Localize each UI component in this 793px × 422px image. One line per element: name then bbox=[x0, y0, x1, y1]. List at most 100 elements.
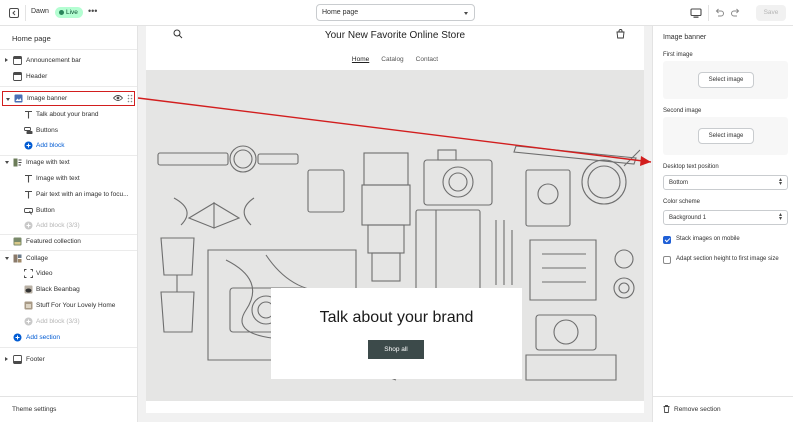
store-preview: Your New Favorite Online Store Home Cata… bbox=[146, 26, 644, 413]
chevron-down-icon[interactable] bbox=[6, 98, 10, 101]
block-item-buttons[interactable]: Buttons bbox=[0, 123, 137, 138]
sidebar-item-announcement-bar[interactable]: Announcement bar bbox=[0, 53, 137, 68]
section-settings-panel: Image banner First image Select image Se… bbox=[652, 26, 793, 422]
block-item-label: Stuff For Your Lovely Home bbox=[36, 301, 116, 309]
add-block-label: Add block (3/3) bbox=[36, 221, 80, 229]
select-first-image-button[interactable]: Select image bbox=[698, 72, 754, 88]
block-item-pair-text[interactable]: Pair text with an image to focu... bbox=[0, 187, 137, 202]
banner-text-box: Talk about your brand Shop all bbox=[271, 288, 522, 379]
nav-link-home[interactable]: Home bbox=[352, 56, 369, 63]
color-scheme-select[interactable]: Background 1 ▴ ▾ bbox=[663, 210, 788, 225]
trash-icon bbox=[663, 405, 670, 413]
live-dot-icon bbox=[59, 10, 64, 15]
sidebar-item-label: Collage bbox=[26, 254, 49, 262]
sidebar-item-label: Image banner bbox=[27, 94, 68, 102]
collection-icon bbox=[13, 237, 22, 246]
second-image-picker: Select image bbox=[663, 117, 788, 155]
adapt-height-label: Adapt section height to first image size bbox=[676, 256, 779, 262]
image-banner-preview[interactable]: Talk about your brand Shop all bbox=[146, 70, 644, 401]
remove-section-label: Remove section bbox=[674, 406, 721, 413]
exit-icon[interactable] bbox=[8, 7, 20, 19]
block-item-stuff-for-home[interactable]: Stuff For Your Lovely Home bbox=[0, 298, 137, 313]
theme-settings-button[interactable]: Theme settings bbox=[0, 396, 137, 422]
color-scheme-value: Background 1 bbox=[669, 214, 707, 221]
sidebar-item-label: Header bbox=[26, 72, 48, 80]
add-section-button[interactable]: Add section bbox=[0, 330, 137, 345]
text-position-label: Desktop text position bbox=[663, 164, 719, 170]
sidebar-item-footer[interactable]: Footer bbox=[0, 352, 137, 367]
block-item-talk-about-brand[interactable]: Talk about your brand bbox=[0, 107, 137, 122]
chevron-right-icon[interactable] bbox=[5, 357, 8, 361]
product-image-icon bbox=[24, 285, 33, 294]
section-layout-icon bbox=[13, 355, 22, 364]
color-scheme-label: Color scheme bbox=[663, 199, 701, 205]
text-icon bbox=[24, 110, 33, 119]
block-item-label: Black Beanbag bbox=[36, 285, 80, 293]
divider bbox=[0, 86, 137, 87]
divider bbox=[0, 49, 137, 50]
drag-handle-icon[interactable] bbox=[127, 94, 133, 103]
sidebar-title: Home page bbox=[12, 34, 51, 43]
theme-name: Dawn bbox=[31, 8, 49, 15]
text-position-value: Bottom bbox=[669, 179, 689, 186]
sidebar-item-collage[interactable]: Collage bbox=[0, 251, 137, 266]
sidebar-item-featured-collection[interactable]: Featured collection bbox=[0, 234, 137, 249]
eye-icon[interactable] bbox=[112, 94, 124, 102]
select-arrows-icon: ▴ ▾ bbox=[778, 177, 782, 187]
desktop-view-icon[interactable] bbox=[690, 7, 702, 19]
adapt-height-checkbox[interactable] bbox=[663, 256, 671, 264]
redo-icon[interactable] bbox=[730, 7, 741, 18]
add-block-button-disabled: Add block (3/3) bbox=[0, 314, 137, 329]
block-item-black-beanbag[interactable]: Black Beanbag bbox=[0, 282, 137, 297]
select-arrows-icon: ▴ ▾ bbox=[778, 212, 782, 222]
block-item-button[interactable]: Button bbox=[0, 203, 137, 218]
undo-icon[interactable] bbox=[714, 7, 725, 18]
block-item-video[interactable]: Video bbox=[0, 266, 137, 281]
banner-heading: Talk about your brand bbox=[319, 309, 474, 326]
section-layout-icon bbox=[13, 72, 22, 81]
block-item-label: Button bbox=[36, 206, 55, 214]
live-label: Live bbox=[66, 9, 78, 16]
sidebar-item-image-with-text[interactable]: Image with text bbox=[0, 155, 137, 170]
text-icon bbox=[24, 174, 33, 183]
section-layout-icon bbox=[13, 56, 22, 65]
text-position-select[interactable]: Bottom ▴ ▾ bbox=[663, 175, 788, 190]
sidebar-item-label: Footer bbox=[26, 355, 45, 363]
select-second-image-button[interactable]: Select image bbox=[698, 128, 754, 144]
add-block-label: Add block bbox=[36, 141, 65, 149]
text-icon bbox=[24, 190, 33, 199]
chevron-down-icon[interactable] bbox=[5, 161, 9, 164]
page-selector[interactable]: Home page bbox=[316, 4, 475, 21]
sidebar-item-header[interactable]: Header bbox=[0, 69, 137, 84]
nav-link-contact[interactable]: Contact bbox=[416, 56, 438, 63]
cart-icon[interactable] bbox=[616, 29, 625, 39]
live-badge: Live bbox=[55, 7, 83, 18]
second-image-label: Second image bbox=[663, 108, 702, 114]
add-block-button[interactable]: Add block bbox=[0, 138, 137, 153]
image-with-text-icon bbox=[13, 158, 22, 167]
nav-link-catalog[interactable]: Catalog bbox=[381, 56, 403, 63]
add-block-label: Add block (3/3) bbox=[36, 317, 80, 325]
add-circle-icon bbox=[24, 141, 33, 150]
block-item-label: Buttons bbox=[36, 126, 59, 134]
add-section-label: Add section bbox=[26, 333, 60, 341]
block-item-label: Talk about your brand bbox=[36, 110, 99, 118]
sidebar-item-label: Announcement bar bbox=[26, 56, 81, 64]
save-button[interactable]: Save bbox=[756, 5, 786, 21]
stack-images-checkbox[interactable] bbox=[663, 236, 671, 244]
chevron-down-icon[interactable] bbox=[5, 257, 9, 260]
divider bbox=[25, 5, 26, 21]
more-actions-button[interactable]: ••• bbox=[88, 6, 97, 16]
remove-section-button[interactable]: Remove section bbox=[653, 396, 793, 422]
image-icon bbox=[14, 94, 23, 103]
shop-all-button[interactable]: Shop all bbox=[368, 340, 424, 359]
chevron-right-icon[interactable] bbox=[5, 58, 8, 62]
top-bar: Dawn Live ••• Home page Save bbox=[0, 0, 793, 26]
page-selector-value: Home page bbox=[322, 9, 359, 16]
add-circle-icon bbox=[13, 333, 22, 342]
block-item-image-with-text[interactable]: Image with text bbox=[0, 171, 137, 186]
divider bbox=[708, 5, 709, 21]
block-item-label: Pair text with an image to focu... bbox=[36, 190, 129, 198]
block-item-label: Video bbox=[36, 269, 53, 277]
sidebar-item-image-banner[interactable]: Image banner bbox=[2, 91, 135, 106]
